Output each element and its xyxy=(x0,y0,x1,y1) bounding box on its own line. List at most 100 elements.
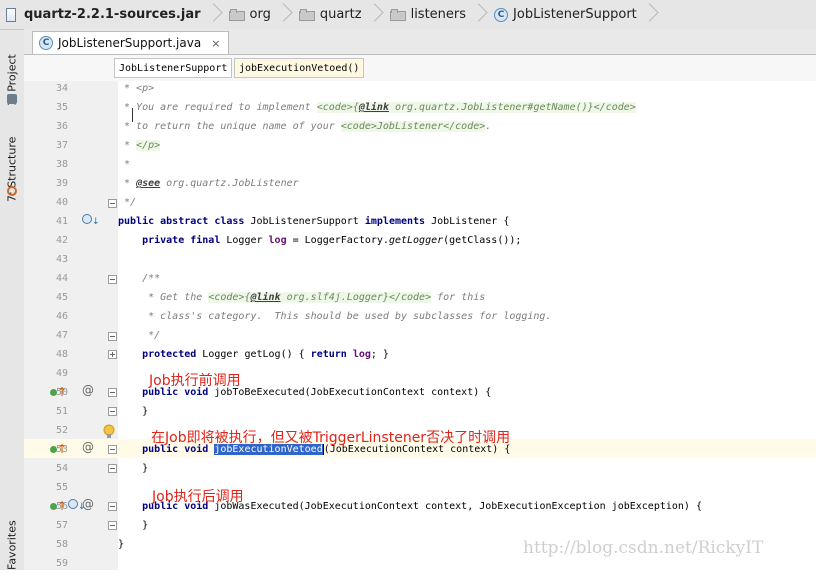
code-text: org.quartz.JobListener#getName()} xyxy=(388,102,594,113)
at-override-icon: @ xyxy=(82,440,94,454)
nav-crumb-label: JobListenerSupport xyxy=(513,7,637,22)
implemented-icon[interactable]: ↓ xyxy=(82,214,100,227)
folder-icon xyxy=(389,8,406,21)
code-text: } xyxy=(118,406,149,417)
code-text: */ xyxy=(118,197,137,208)
fold-marker-icon[interactable] xyxy=(108,388,117,397)
code-text: * <p> xyxy=(118,83,155,94)
code-breadcrumb-method[interactable]: jobExecutionVetoed() xyxy=(234,58,365,78)
line-number: 58 xyxy=(55,539,68,550)
nav-crumb-class[interactable]: C JobListenerSupport xyxy=(488,0,659,29)
javadoc-tag: @link xyxy=(358,102,389,113)
code-text: * class's category. This should be used … xyxy=(118,311,552,322)
watermark: http://blog.csdn.net/RickyIT xyxy=(523,538,764,558)
at-override-icon: @ xyxy=(82,383,94,397)
fold-marker-icon[interactable] xyxy=(108,332,117,341)
fold-marker-icon[interactable] xyxy=(108,407,117,416)
line-number: 54 xyxy=(55,463,68,474)
javadoc-tag: @see xyxy=(136,178,161,189)
folder-icon xyxy=(298,8,315,21)
folder-icon xyxy=(228,8,245,21)
line-number: 39 xyxy=(55,178,68,189)
code-text: * You are required to implement xyxy=(118,102,317,113)
code-line: public abstract class JobListenerSupport… xyxy=(118,212,816,231)
html-tag: </code> xyxy=(593,102,636,113)
code-text: for this xyxy=(431,292,486,303)
keyword: private final xyxy=(118,235,221,246)
code-text: (getClass()); xyxy=(443,235,522,246)
nav-crumb-label: listeners xyxy=(410,7,467,22)
fold-marker-icon[interactable] xyxy=(108,464,117,473)
code-text: /** xyxy=(118,273,161,284)
nav-crumb-jar[interactable]: quartz-2.2.1-sources.jar xyxy=(0,0,223,29)
code-text: . xyxy=(485,121,492,132)
implementing-method-icon[interactable]: ↑ xyxy=(50,499,67,513)
lightbulb-icon[interactable] xyxy=(103,424,115,440)
project-icon xyxy=(7,94,17,104)
line-number: 47 xyxy=(55,330,68,341)
fold-marker-icon[interactable] xyxy=(108,502,117,511)
line-number: 55 xyxy=(55,482,68,493)
editor-gutter: 34 35 36 37 38 39 40 41 42 43 44 45 46 4… xyxy=(24,81,119,570)
line-number: 52 xyxy=(55,425,68,436)
code-text: jobWasExecuted(JobExecutionContext conte… xyxy=(208,501,702,512)
line-number: 42 xyxy=(55,235,68,246)
code-text: * xyxy=(118,178,137,189)
html-tag: </p> xyxy=(136,140,161,151)
static-method: getLogger xyxy=(388,235,444,246)
line-number: 41 xyxy=(55,216,68,227)
keyword: public abstract class xyxy=(118,216,245,227)
code-text: = LoggerFactory. xyxy=(286,235,389,246)
code-text: } xyxy=(118,463,149,474)
line-number: 59 xyxy=(55,558,68,569)
left-tool-strip: 1: Project 7: Structure Favorites xyxy=(0,30,25,570)
editor-tab-bar: C JobListenerSupport.java × xyxy=(24,29,816,55)
class-icon: C xyxy=(39,36,53,50)
fold-marker-icon[interactable] xyxy=(108,275,117,284)
code-breadcrumb-class[interactable]: JobListenerSupport xyxy=(114,58,233,78)
code-line: * class's category. This should be used … xyxy=(118,307,816,326)
nav-crumb-org[interactable]: org xyxy=(223,0,293,29)
line-number: 38 xyxy=(55,159,68,170)
line-number: 43 xyxy=(55,254,68,265)
code-text: jobToBeExecuted(JobExecutionContext cont… xyxy=(208,387,492,398)
close-icon[interactable]: × xyxy=(211,37,220,50)
code-line: * <p> xyxy=(118,79,816,98)
field-name: log xyxy=(268,235,287,246)
code-line: } xyxy=(118,402,816,421)
code-line: * xyxy=(118,155,816,174)
fold-marker-icon[interactable] xyxy=(108,445,117,454)
chevron-right-icon xyxy=(643,0,653,29)
editor-tab-joblistenersupport[interactable]: C JobListenerSupport.java × xyxy=(32,31,230,54)
code-line: protected Logger getLog() { return log; … xyxy=(118,345,816,364)
editor-tab-label: JobListenerSupport.java xyxy=(58,36,202,50)
html-tag: </code> xyxy=(443,121,486,132)
line-number: 49 xyxy=(55,368,68,379)
line-number: 44 xyxy=(55,273,68,284)
line-number: 48 xyxy=(55,349,68,360)
code-breadcrumb: JobListenerSupport jobExecutionVetoed() xyxy=(24,55,816,82)
fold-marker-icon[interactable] xyxy=(108,199,117,208)
structure-icon xyxy=(7,186,17,196)
implementing-method-icon[interactable]: ↑ xyxy=(50,442,67,456)
nav-crumb-quartz[interactable]: quartz xyxy=(293,0,384,29)
code-text: } xyxy=(118,539,125,550)
line-number: 40 xyxy=(55,197,68,208)
fold-expand-icon[interactable] xyxy=(108,350,117,359)
html-tag: <code> xyxy=(208,292,245,303)
keyword: implements xyxy=(364,216,426,227)
code-text: * Get the xyxy=(118,292,209,303)
at-override-icon: @ xyxy=(82,497,94,511)
nav-crumb-label: quartz-2.2.1-sources.jar xyxy=(24,7,201,22)
favorites-tool-tab[interactable]: Favorites xyxy=(2,510,22,570)
code-text: * xyxy=(118,140,137,151)
code-text: JobListenerSupport xyxy=(244,216,365,227)
fold-marker-icon[interactable] xyxy=(108,521,117,530)
chevron-right-icon xyxy=(277,0,287,29)
code-text: org.slf4j.Logger} xyxy=(280,292,389,303)
nav-crumb-listeners[interactable]: listeners xyxy=(384,0,488,29)
javadoc-tag: @link xyxy=(250,292,281,303)
code-text: * to return the unique name of your xyxy=(118,121,341,132)
nav-crumb-label: quartz xyxy=(319,7,362,22)
implementing-method-icon[interactable]: ↑ xyxy=(50,385,67,399)
